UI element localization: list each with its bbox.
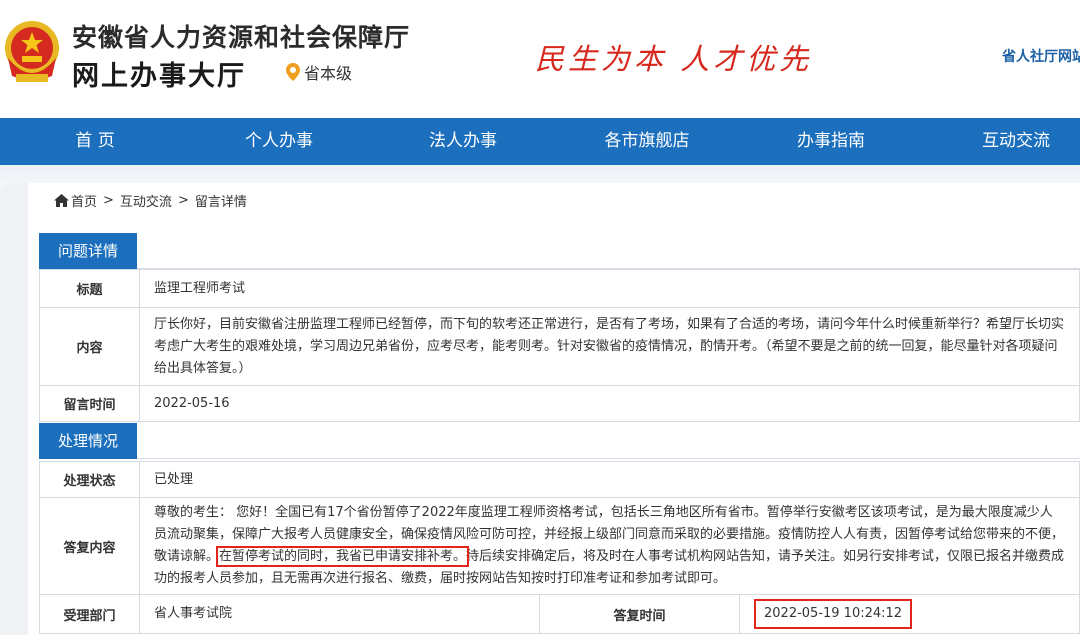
national-emblem-icon [5,21,59,82]
breadcrumb: 首页 > 互动交流 > 留言详情 [54,191,247,210]
table-row: 标题 监理工程师考试 [39,269,1080,308]
nav-item-city-stores[interactable]: 各市旗舰店 [597,118,697,165]
reply-content: 尊敬的考生： 您好！全国已有17个省份暂停了2022年度监理工程师资格考试，包括… [139,497,1080,595]
reply-time-label: 答复时间 [539,594,740,634]
hall-name: 网上办事大厅 [72,61,246,92]
reply-time-cell: 2022-05-19 10:24:12 [739,594,1080,634]
table-row: 内容 厅长你好，目前安徽省注册监理工程师已经暂停，而下旬的软考还正常进行，是否有… [39,307,1080,386]
site-header: 安徽省人力资源和社会保障厅 网上办事大厅 省本级 民生为本 人才优先 省人社厅网… [0,0,1080,118]
content-label: 内容 [39,307,140,386]
handling-section-header: 处理情况 [39,423,1080,459]
org-name: 安徽省人力资源和社会保障厅 [72,23,411,52]
nav-item-corporate[interactable]: 法人办事 [413,118,513,165]
breadcrumb-separator: > [177,193,189,208]
nav-item-personal[interactable]: 个人办事 [229,118,329,165]
breadcrumb-separator: > [103,193,114,208]
reply-highlight: 在暂停考试的同时，我省已申请安排补考。 [216,546,470,567]
question-table: 标题 监理工程师考试 内容 厅长你好，目前安徽省注册监理工程师已经暂停，而下旬的… [39,269,1080,422]
top-link-website[interactable]: 省人社厅网站 [1002,46,1080,66]
title-label: 标题 [39,269,140,308]
home-icon [54,194,69,207]
question-section-header: 问题详情 [39,233,1080,269]
nav-shadow-band [0,165,1080,183]
status-label: 处理状态 [39,461,140,498]
message-time-value: 2022-05-16 [139,385,1080,422]
left-gutter [0,183,28,635]
department-value: 省人事考试院 [139,594,540,634]
nav-item-interaction[interactable]: 互动交流 [966,118,1066,165]
nav-item-home[interactable]: 首 页 [45,118,145,165]
table-row: 留言时间 2022-05-16 [39,385,1080,422]
table-row: 受理部门 省人事考试院 答复时间 2022-05-19 10:24:12 [39,594,1080,634]
main-nav: 首 页 个人办事 法人办事 各市旗舰店 办事指南 互动交流 [0,118,1080,165]
reply-label: 答复内容 [39,497,140,595]
table-row: 处理状态 已处理 [39,461,1080,498]
content-value: 厅长你好，目前安徽省注册监理工程师已经暂停，而下旬的软考还正常进行，是否有了考场… [139,307,1080,386]
location-pin-icon [286,63,300,81]
status-value: 已处理 [139,461,1080,498]
handling-table: 处理状态 已处理 答复内容 尊敬的考生： 您好！全国已有17个省份暂停了2022… [39,461,1080,634]
reply-time-value: 2022-05-19 10:24:12 [754,599,913,629]
breadcrumb-home[interactable]: 首页 [71,191,97,210]
slogan: 民生为本 人才优先 [535,42,813,76]
handling-section-title: 处理情况 [39,423,137,459]
breadcrumb-interaction[interactable]: 互动交流 [120,191,172,210]
location-label: 省本级 [304,64,353,83]
table-row: 答复内容 尊敬的考生： 您好！全国已有17个省份暂停了2022年度监理工程师资格… [39,497,1080,595]
nav-item-guide[interactable]: 办事指南 [781,118,881,165]
title-value: 监理工程师考试 [139,269,1080,308]
message-time-label: 留言时间 [39,385,140,422]
department-label: 受理部门 [39,594,140,634]
breadcrumb-current: 留言详情 [194,195,247,210]
location-selector[interactable]: 省本级 [286,60,352,84]
question-section-title: 问题详情 [39,233,137,269]
